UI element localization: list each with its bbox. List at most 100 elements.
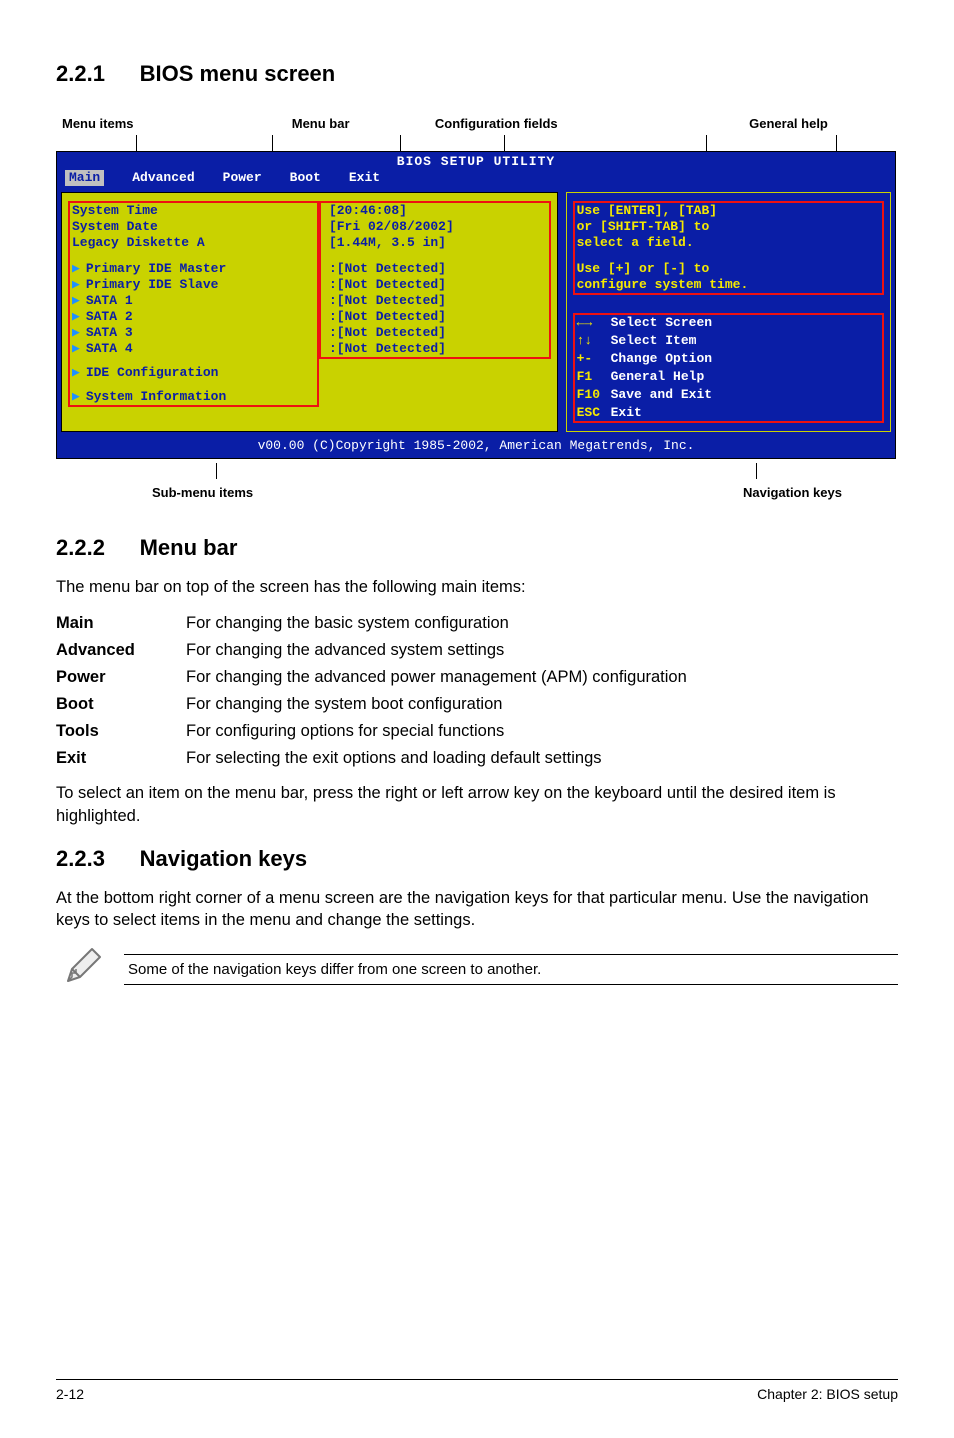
key-f10: F10 [577, 387, 605, 403]
item-sata3[interactable]: ▶SATA 3 [72, 325, 315, 341]
menu-bar-outro: To select an item on the menu bar, press… [56, 782, 898, 827]
bios-menu-bar: Main Advanced Power Boot Exit [57, 170, 895, 190]
footer-page-number: 2-12 [56, 1386, 84, 1402]
nav-keys-desc: At the bottom right corner of a menu scr… [56, 887, 898, 932]
bios-title: BIOS SETUP UTILITY [57, 152, 895, 170]
triangle-icon: ▶ [72, 277, 80, 292]
desc-exit-term: Exit [56, 749, 186, 768]
label-submenu-items: Sub-menu items [56, 485, 561, 500]
section-number: 2.2.3 [56, 846, 105, 871]
desc-main-term: Main [56, 614, 186, 633]
desc-power-def: For changing the advanced power manageme… [186, 668, 898, 687]
key-f1: F1 [577, 369, 605, 385]
help-line: configure system time. [577, 277, 880, 293]
footer-chapter: Chapter 2: BIOS setup [757, 1386, 898, 1402]
key-esc: ESC [577, 405, 605, 421]
triangle-icon: ▶ [72, 389, 80, 404]
bios-right-panel: Use [ENTER], [TAB] or [SHIFT-TAB] to sel… [566, 192, 891, 432]
key-lr: ←→ [577, 315, 605, 331]
label-general-help: General help [679, 116, 898, 131]
note-block: Some of the navigation keys differ from … [56, 947, 898, 992]
triangle-icon: ▶ [72, 365, 80, 380]
desc-boot-def: For changing the system boot configurati… [186, 695, 898, 714]
item-system-time[interactable]: System Time [72, 203, 315, 219]
label-menu-bar: Menu bar [292, 116, 435, 131]
item-system-date[interactable]: System Date [72, 219, 315, 235]
leader-lines-bottom [56, 463, 898, 479]
pencil-icon [62, 947, 106, 992]
menu-bar-intro: The menu bar on top of the screen has th… [56, 576, 898, 598]
bios-screenshot: BIOS SETUP UTILITY Main Advanced Power B… [56, 151, 896, 459]
label-config-fields: Configuration fields [435, 116, 679, 131]
value-diskette[interactable]: [1.44M, 3.5 in] [329, 235, 547, 251]
desc-exit-def: For selecting the exit options and loadi… [186, 749, 898, 768]
item-pide-slave[interactable]: ▶Primary IDE Slave [72, 277, 315, 293]
leader-lines [56, 135, 898, 151]
menu-description-list: MainFor changing the basic system config… [56, 614, 898, 768]
value-time[interactable]: [20:46:08] [329, 203, 547, 219]
config-fields-box: [20:46:08] [Fri 02/08/2002] [1.44M, 3.5 … [319, 201, 551, 359]
label-navigation-keys: Navigation keys [561, 485, 898, 500]
triangle-icon: ▶ [72, 325, 80, 340]
value-date[interactable]: [Fri 02/08/2002] [329, 219, 547, 235]
key-f1-text: General Help [611, 369, 880, 385]
section-title: BIOS menu screen [140, 61, 336, 86]
key-f10-text: Save and Exit [611, 387, 880, 403]
section-title: Menu bar [140, 535, 238, 560]
item-legacy-diskette[interactable]: Legacy Diskette A [72, 235, 315, 251]
help-line: Use [ENTER], [TAB] [577, 203, 880, 219]
help-box: Use [ENTER], [TAB] or [SHIFT-TAB] to sel… [573, 201, 884, 295]
value-nd2: :[Not Detected] [329, 277, 547, 293]
item-system-information[interactable]: ▶System Information [72, 389, 315, 405]
item-sata2[interactable]: ▶SATA 2 [72, 309, 315, 325]
key-pm-text: Change Option [611, 351, 880, 367]
desc-advanced-term: Advanced [56, 641, 186, 660]
label-menu-items: Menu items [56, 116, 292, 131]
help-line: or [SHIFT-TAB] to [577, 219, 880, 235]
triangle-icon: ▶ [72, 261, 80, 276]
triangle-icon: ▶ [72, 293, 80, 308]
key-lr-text: Select Screen [611, 315, 880, 331]
section-heading-222: 2.2.2 Menu bar [56, 534, 898, 562]
section-heading-221: 2.2.1 BIOS menu screen [56, 60, 898, 88]
tab-boot[interactable]: Boot [290, 170, 321, 186]
annotation-bottom-labels: Sub-menu items Navigation keys [56, 485, 898, 500]
tab-power[interactable]: Power [223, 170, 262, 186]
annotation-top-labels: Menu items Menu bar Configuration fields… [56, 116, 898, 131]
bios-left-panel: System Time System Date Legacy Diskette … [61, 192, 558, 432]
item-sata1[interactable]: ▶SATA 1 [72, 293, 315, 309]
section-heading-223: 2.2.3 Navigation keys [56, 845, 898, 873]
desc-advanced-def: For changing the advanced system setting… [186, 641, 898, 660]
menu-items-box: System Time System Date Legacy Diskette … [68, 201, 319, 407]
key-ud: ↑↓ [577, 333, 605, 349]
item-pide-master[interactable]: ▶Primary IDE Master [72, 261, 315, 277]
bios-copyright: v00.00 (C)Copyright 1985-2002, American … [57, 436, 895, 458]
help-line: select a field. [577, 235, 880, 251]
triangle-icon: ▶ [72, 341, 80, 356]
item-sata4[interactable]: ▶SATA 4 [72, 341, 315, 357]
tab-main[interactable]: Main [65, 170, 104, 186]
value-nd5: :[Not Detected] [329, 325, 547, 341]
item-ide-configuration[interactable]: ▶IDE Configuration [72, 365, 315, 381]
section-title: Navigation keys [140, 846, 308, 871]
help-line: Use [+] or [-] to [577, 261, 880, 277]
section-number: 2.2.1 [56, 61, 105, 86]
note-text: Some of the navigation keys differ from … [124, 954, 898, 985]
key-esc-text: Exit [611, 405, 880, 421]
page-footer: 2-12 Chapter 2: BIOS setup [56, 1379, 898, 1402]
tab-advanced[interactable]: Advanced [132, 170, 194, 186]
desc-tools-term: Tools [56, 722, 186, 741]
key-ud-text: Select Item [611, 333, 880, 349]
tab-exit[interactable]: Exit [349, 170, 380, 186]
key-pm: +- [577, 351, 605, 367]
triangle-icon: ▶ [72, 309, 80, 324]
desc-power-term: Power [56, 668, 186, 687]
desc-main-def: For changing the basic system configurat… [186, 614, 898, 633]
value-nd1: :[Not Detected] [329, 261, 547, 277]
navigation-keys-box: ←→ Select Screen ↑↓ Select Item +- Change O… [573, 313, 884, 423]
section-number: 2.2.2 [56, 535, 105, 560]
desc-boot-term: Boot [56, 695, 186, 714]
desc-tools-def: For configuring options for special func… [186, 722, 898, 741]
value-nd4: :[Not Detected] [329, 309, 547, 325]
value-nd6: :[Not Detected] [329, 341, 547, 357]
